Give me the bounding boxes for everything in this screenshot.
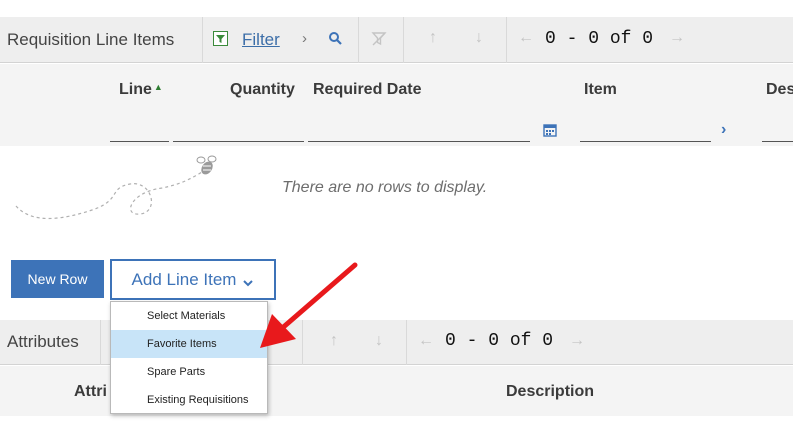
required-date-filter-input[interactable] [308, 141, 530, 142]
column-header-attr-description[interactable]: Description [506, 383, 594, 401]
column-header-label: Line [119, 81, 152, 98]
arrow-down-icon[interactable]: ↓ [475, 29, 483, 47]
menu-item-favorite-items[interactable]: Favorite Items [111, 330, 267, 358]
add-line-item-menu: Select Materials Favorite Items Spare Pa… [110, 301, 268, 414]
column-header-attribute[interactable]: Attri [74, 383, 107, 401]
toolbar-divider [100, 320, 101, 365]
column-header-row: Line ▲ Quantity Required Date Item Des › [0, 64, 793, 146]
filter-link[interactable]: Filter [242, 30, 280, 50]
pager-end: 0 [488, 331, 500, 351]
new-row-button[interactable]: New Row [11, 260, 104, 298]
pager-total: 0 [642, 29, 654, 49]
column-header-item[interactable]: Item [584, 81, 617, 99]
menu-item-spare-parts[interactable]: Spare Parts [111, 358, 267, 386]
item-filter-input[interactable] [580, 141, 711, 142]
arrow-right-icon[interactable]: → [669, 29, 685, 47]
pager-of: of [609, 29, 632, 49]
section-title: Requisition Line Items [7, 30, 175, 49]
toolbar-divider [202, 17, 203, 63]
arrow-down-icon[interactable]: ↓ [375, 332, 383, 350]
quantity-filter-input[interactable] [173, 141, 304, 142]
toolbar-divider [358, 17, 359, 63]
line-filter-input[interactable] [110, 141, 169, 142]
pager-start: 0 [445, 331, 456, 351]
calendar-icon[interactable] [543, 123, 557, 137]
pager-total: 0 [542, 331, 554, 351]
toolbar-divider [403, 17, 404, 63]
toolbar-divider [406, 320, 407, 365]
search-icon[interactable] [328, 31, 344, 47]
column-header-required-date[interactable]: Required Date [313, 81, 421, 99]
new-row-label: New Row [27, 271, 88, 287]
arrow-left-icon[interactable]: ← [518, 29, 534, 47]
column-header-line[interactable]: Line ▲ [119, 81, 163, 99]
description-filter-input[interactable] [762, 141, 793, 142]
pager-dash: - [566, 29, 578, 49]
chevron-right-icon[interactable]: › [302, 30, 307, 47]
pager-start: 0 [545, 29, 556, 49]
arrow-right-icon[interactable]: → [569, 332, 585, 350]
arrow-left-icon[interactable]: ← [418, 332, 434, 350]
sort-ascending-icon: ▲ [153, 82, 163, 92]
item-lookup-chevron-icon[interactable]: › [721, 121, 726, 139]
pager-dash: - [466, 331, 478, 351]
column-header-description[interactable]: Des [766, 81, 793, 99]
annotation-arrow-icon [250, 262, 360, 352]
attributes-title: Attributes [7, 332, 79, 351]
add-line-item-label: Add Line Item [131, 269, 237, 289]
pager-end: 0 [588, 29, 600, 49]
pager-text: 0 - 0 of 0 [545, 29, 653, 49]
bee-icon [193, 424, 213, 432]
pager-of: of [509, 331, 532, 351]
empty-rows-message: There are no rows to display. [282, 179, 488, 196]
arrow-up-icon[interactable]: ↑ [429, 29, 437, 47]
filter-icon[interactable] [213, 31, 228, 46]
column-header-quantity[interactable]: Quantity [230, 81, 295, 99]
toolbar-divider [506, 17, 507, 63]
attributes-pager-text: 0 - 0 of 0 [445, 331, 553, 351]
clear-filter-icon[interactable] [371, 31, 387, 47]
menu-item-existing-requisitions[interactable]: Existing Requisitions [111, 386, 267, 414]
bee-icon [12, 154, 222, 230]
menu-item-select-materials[interactable]: Select Materials [111, 302, 267, 330]
requisition-toolbar: Requisition Line Items Filter › ↑ ↓ ← 0 … [0, 17, 793, 63]
